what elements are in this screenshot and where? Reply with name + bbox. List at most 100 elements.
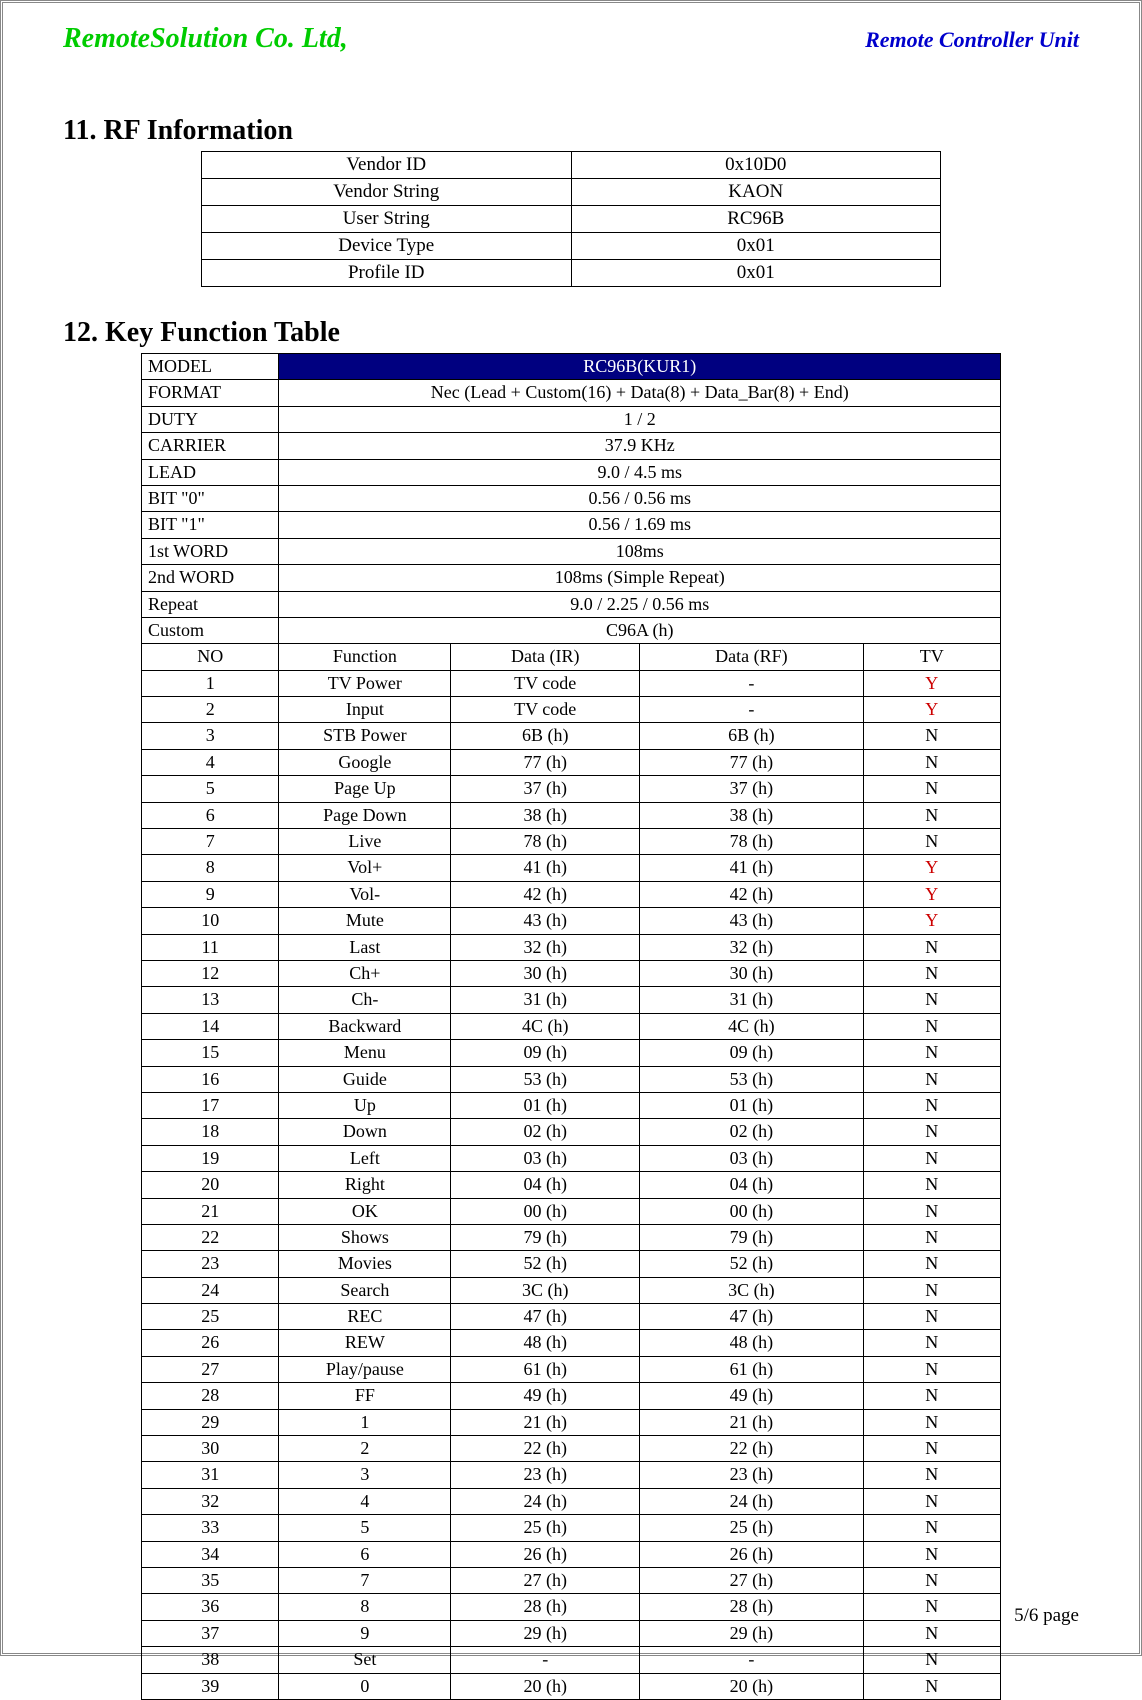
kf-no: 25: [142, 1304, 279, 1330]
kf-function: 0: [279, 1673, 451, 1699]
kf-function: 3: [279, 1462, 451, 1488]
kf-data-rf: 20 (h): [640, 1673, 863, 1699]
page: RemoteSolution Co. Ltd, Remote Controlle…: [0, 0, 1142, 1656]
kf-tv: N: [863, 1673, 1000, 1699]
kf-data-rf: 77 (h): [640, 749, 863, 775]
kf-meta-label: 1st WORD: [142, 538, 279, 564]
kf-data-rf: 6B (h): [640, 723, 863, 749]
table-row: 35727 (h)27 (h)N: [142, 1567, 1001, 1593]
kf-function: Shows: [279, 1224, 451, 1250]
kf-no: 2: [142, 697, 279, 723]
kf-data-rf: 3C (h): [640, 1277, 863, 1303]
kf-data-rf: 28 (h): [640, 1594, 863, 1620]
kf-no: 24: [142, 1277, 279, 1303]
rf-value: KAON: [571, 179, 941, 206]
kf-function: 6: [279, 1541, 451, 1567]
kf-tv: N: [863, 1119, 1000, 1145]
kf-no: 36: [142, 1594, 279, 1620]
kf-data-ir: 32 (h): [451, 934, 640, 960]
kf-data-ir: 03 (h): [451, 1145, 640, 1171]
kf-tv: N: [863, 829, 1000, 855]
kf-function: 1: [279, 1409, 451, 1435]
kf-tv: Y: [863, 670, 1000, 696]
kf-no: 6: [142, 802, 279, 828]
kf-tv: N: [863, 1567, 1000, 1593]
kf-data-ir: 09 (h): [451, 1040, 640, 1066]
kf-meta-label: Custom: [142, 617, 279, 643]
kf-meta-label: CARRIER: [142, 433, 279, 459]
kf-data-rf: 37 (h): [640, 776, 863, 802]
kf-data-rf: 79 (h): [640, 1224, 863, 1250]
kf-tv: Y: [863, 855, 1000, 881]
kf-tv: Y: [863, 908, 1000, 934]
kf-meta-value: 37.9 KHz: [279, 433, 1001, 459]
table-row: 21OK00 (h)00 (h)N: [142, 1198, 1001, 1224]
kf-no: 34: [142, 1541, 279, 1567]
table-row: CustomC96A (h): [142, 617, 1001, 643]
kf-tv: N: [863, 1224, 1000, 1250]
table-row: Profile ID0x01: [202, 260, 941, 287]
kf-tv: N: [863, 1488, 1000, 1514]
table-row: BIT "0"0.56 / 0.56 ms: [142, 485, 1001, 511]
table-row: 17Up01 (h)01 (h)N: [142, 1092, 1001, 1118]
kf-tv: N: [863, 1066, 1000, 1092]
kf-function: Ch-: [279, 987, 451, 1013]
kf-meta-label: Repeat: [142, 591, 279, 617]
kf-meta-label: DUTY: [142, 406, 279, 432]
table-row: 32424 (h)24 (h)N: [142, 1488, 1001, 1514]
kf-tv: N: [863, 776, 1000, 802]
kf-data-ir: 01 (h): [451, 1092, 640, 1118]
table-row: 31323 (h)23 (h)N: [142, 1462, 1001, 1488]
kf-function: Live: [279, 829, 451, 855]
kf-function: Input: [279, 697, 451, 723]
kf-data-rf: 52 (h): [640, 1251, 863, 1277]
kf-tv: N: [863, 723, 1000, 749]
kf-function: TV Power: [279, 670, 451, 696]
table-row: 2nd WORD108ms (Simple Repeat): [142, 565, 1001, 591]
column-header: Data (RF): [640, 644, 863, 670]
kf-function: Guide: [279, 1066, 451, 1092]
kf-data-ir: 41 (h): [451, 855, 640, 881]
kf-data-ir: 37 (h): [451, 776, 640, 802]
table-row: 29121 (h)21 (h)N: [142, 1409, 1001, 1435]
kf-meta-label: FORMAT: [142, 380, 279, 406]
table-row: BIT "1"0.56 / 1.69 ms: [142, 512, 1001, 538]
kf-no: 5: [142, 776, 279, 802]
rf-label: Device Type: [202, 233, 572, 260]
kf-data-ir: 42 (h): [451, 881, 640, 907]
table-row: 37929 (h)29 (h)N: [142, 1620, 1001, 1646]
kf-tv: N: [863, 1304, 1000, 1330]
kf-meta-value: 9.0 / 4.5 ms: [279, 459, 1001, 485]
kf-data-rf: 42 (h): [640, 881, 863, 907]
kf-function: Mute: [279, 908, 451, 934]
column-header: Function: [279, 644, 451, 670]
company-name: RemoteSolution Co. Ltd,: [63, 23, 348, 55]
table-row: 5Page Up37 (h)37 (h)N: [142, 776, 1001, 802]
kf-function: 9: [279, 1620, 451, 1646]
kf-function: FF: [279, 1383, 451, 1409]
kf-no: 17: [142, 1092, 279, 1118]
kf-tv: N: [863, 802, 1000, 828]
kf-data-ir: 26 (h): [451, 1541, 640, 1567]
rf-label: Profile ID: [202, 260, 572, 287]
kf-no: 26: [142, 1330, 279, 1356]
kf-data-rf: 01 (h): [640, 1092, 863, 1118]
kf-tv: N: [863, 1277, 1000, 1303]
table-row: 4Google77 (h)77 (h)N: [142, 749, 1001, 775]
kf-data-rf: 41 (h): [640, 855, 863, 881]
rf-value: RC96B: [571, 206, 941, 233]
kf-data-ir: 47 (h): [451, 1304, 640, 1330]
kf-function: REC: [279, 1304, 451, 1330]
kf-meta-value: 1 / 2: [279, 406, 1001, 432]
kf-data-rf: 22 (h): [640, 1436, 863, 1462]
kf-function: Vol+: [279, 855, 451, 881]
kf-function: Down: [279, 1119, 451, 1145]
kf-no: 37: [142, 1620, 279, 1646]
table-row: FORMATNec (Lead + Custom(16) + Data(8) +…: [142, 380, 1001, 406]
kf-data-ir: -: [451, 1647, 640, 1673]
kf-no: 13: [142, 987, 279, 1013]
kf-data-rf: -: [640, 670, 863, 696]
kf-data-ir: 00 (h): [451, 1198, 640, 1224]
kf-data-ir: 31 (h): [451, 987, 640, 1013]
kf-data-ir: 24 (h): [451, 1488, 640, 1514]
